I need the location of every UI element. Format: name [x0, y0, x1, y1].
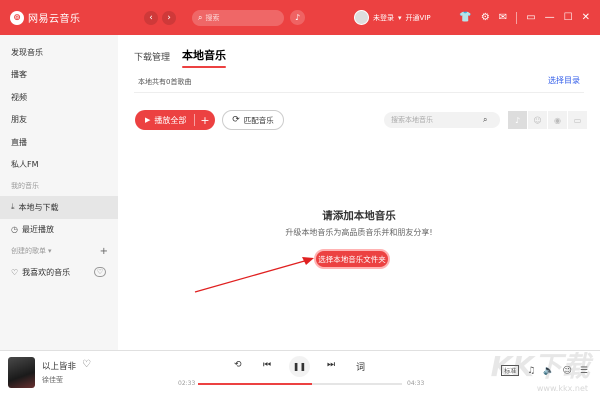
tab-bar: 下载管理 本地音乐 — [134, 47, 238, 68]
forward-button[interactable]: › — [162, 10, 176, 25]
voice-search-icon[interactable]: ♪ — [290, 10, 305, 25]
window-controls: 👕 ⚙ ✉ ▭ — ☐ ✕ — [450, 0, 590, 35]
section-title: 我的音乐 — [11, 182, 39, 190]
folder-view-icon[interactable]: ▭ — [568, 111, 587, 129]
previous-icon[interactable]: ⏮ — [263, 360, 271, 370]
sidebar-item-label: 本地与下载 — [18, 202, 59, 212]
sidebar-item-label: 我喜欢的音乐 — [22, 267, 71, 277]
user-area[interactable]: 未登录 ▾ 开通VIP — [354, 10, 431, 25]
section-title: 创建的歌单 — [11, 247, 46, 255]
download-icon: ⤓ — [11, 202, 15, 212]
sidebar-item-video[interactable]: 视频 — [0, 86, 118, 109]
like-heart-icon[interactable]: ♡ — [82, 359, 91, 370]
lyrics-button[interactable]: 词 — [356, 360, 365, 373]
album-view-icon[interactable]: ◉ — [548, 111, 567, 129]
title-bar: ⊚ 网易云音乐 ‹ › ⌕ ♪ 未登录 ▾ 开通VIP 👕 ⚙ ✉ ▭ — ☐ … — [0, 0, 600, 35]
pause-icon: ❚❚ — [292, 362, 307, 371]
play-all-button[interactable]: ▶ 播放全部 + — [135, 110, 215, 130]
local-search-input[interactable] — [391, 116, 483, 124]
play-icon: ▶ — [145, 116, 151, 124]
section-my-music: 我的音乐 — [0, 176, 118, 196]
sidebar-item-fm[interactable]: 私人FM — [0, 154, 118, 177]
netease-logo-icon: ⊚ — [10, 10, 24, 25]
skin-icon[interactable]: 👕 — [459, 12, 471, 23]
choose-local-folder-button[interactable]: 选择本地音乐文件夹 — [314, 249, 390, 269]
local-search[interactable]: ⌕ — [384, 112, 500, 128]
tab-local-music[interactable]: 本地音乐 — [182, 47, 227, 68]
song-view-icon[interactable]: ♪ — [508, 111, 527, 129]
sidebar-item-label: 视频 — [11, 92, 27, 102]
watermark-logo: KK下载 — [490, 350, 590, 383]
progress-bar[interactable] — [198, 383, 402, 385]
user-name[interactable]: 未登录 — [373, 13, 394, 23]
sidebar-item-label: 发现音乐 — [11, 47, 43, 57]
sidebar-item-liked[interactable]: ♡ 我喜欢的音乐 ♡ — [0, 261, 118, 284]
sidebar-item-label: 直播 — [11, 137, 27, 147]
sidebar-item-friends[interactable]: 朋友 — [0, 109, 118, 132]
sidebar-item-label: 朋友 — [11, 115, 27, 125]
song-count: 本地共有0首歌曲 — [138, 78, 192, 86]
watermark-url: www.kkx.net — [536, 384, 588, 393]
sidebar-item-label: 私人FM — [11, 160, 39, 170]
sidebar-item-podcast[interactable]: 播客 — [0, 64, 118, 87]
tab-download-manage[interactable]: 下载管理 — [134, 50, 170, 63]
progress-fill — [198, 383, 313, 385]
chevron-down-icon[interactable]: ▾ — [398, 14, 402, 22]
sidebar: 发现音乐 播客 视频 朋友 直播 私人FM 我的音乐 ⤓ 本地与下载 ◷ 最近播… — [0, 35, 118, 350]
loop-mode-icon[interactable]: ⟲ — [234, 360, 242, 370]
song-title[interactable]: 以上皆非 — [42, 360, 76, 372]
maximize-icon[interactable]: ☐ — [564, 12, 573, 23]
close-icon[interactable]: ✕ — [582, 12, 590, 23]
minimize-icon[interactable]: — — [545, 12, 555, 23]
sidebar-item-live[interactable]: 直播 — [0, 131, 118, 154]
add-playlist-icon[interactable]: + — [100, 246, 108, 257]
settings-icon[interactable]: ⚙ — [481, 12, 490, 23]
time-current: 02:33 — [178, 380, 196, 387]
view-mode-switch: ♪ ☺ ◉ ▭ — [508, 111, 588, 129]
search-icon[interactable]: ⌕ — [483, 115, 487, 125]
pause-button[interactable]: ❚❚ — [289, 356, 310, 377]
heart-icon: ♡ — [11, 267, 19, 277]
app-name: 网易云音乐 — [28, 14, 81, 25]
app-logo[interactable]: ⊚ 网易云音乐 — [10, 10, 130, 25]
next-icon[interactable]: ⏭ — [327, 360, 335, 370]
divider — [134, 92, 584, 93]
match-music-button[interactable]: ⟳ 匹配音乐 — [222, 110, 284, 130]
match-music-label: 匹配音乐 — [243, 115, 274, 125]
empty-state-title: 请添加本地音乐 — [322, 210, 396, 222]
sidebar-item-local-download[interactable]: ⤓ 本地与下载 — [0, 196, 118, 219]
mail-icon[interactable]: ✉ — [499, 12, 507, 23]
artist-name[interactable]: 徐佳莹 — [42, 375, 63, 385]
history-nav: ‹ › — [144, 10, 180, 25]
sidebar-item-discover[interactable]: 发现音乐 — [0, 41, 118, 64]
search-icon: ⌕ — [198, 12, 203, 22]
empty-state-subtitle: 升级本地音乐为高品质音乐并和朋友分享! — [285, 228, 433, 237]
avatar[interactable] — [354, 10, 369, 25]
select-directory-link[interactable]: 选择目录 — [548, 75, 580, 86]
search-input[interactable] — [205, 13, 272, 22]
heartbeat-mode-icon[interactable]: ♡ — [94, 267, 106, 278]
sidebar-item-label: 播客 — [11, 70, 27, 80]
back-button[interactable]: ‹ — [144, 10, 158, 25]
sidebar-item-recent[interactable]: ◷ 最近播放 — [0, 219, 118, 242]
sidebar-item-label: 最近播放 — [21, 225, 54, 235]
artist-view-icon[interactable]: ☺ — [528, 111, 547, 129]
recent-icon: ◷ — [11, 225, 18, 235]
album-cover[interactable] — [8, 357, 35, 388]
time-total: 04:33 — [407, 380, 425, 387]
divider — [194, 114, 196, 126]
section-created-playlists[interactable]: 创建的歌单 ▾ + — [0, 241, 118, 261]
add-to-queue-icon[interactable]: + — [200, 114, 209, 127]
play-all-label: 播放全部 — [154, 115, 187, 125]
annotation-arrow — [194, 257, 314, 293]
main-content: 下载管理 本地音乐 本地共有0首歌曲 选择目录 ▶ 播放全部 + ⟳ 匹配音乐 … — [118, 35, 600, 350]
refresh-icon: ⟳ — [232, 115, 240, 125]
global-search[interactable]: ⌕ — [192, 9, 284, 26]
divider — [516, 11, 518, 24]
chevron-down-icon[interactable]: ▾ — [48, 247, 52, 255]
mini-mode-icon[interactable]: ▭ — [526, 12, 535, 23]
vip-link[interactable]: 开通VIP — [406, 13, 431, 23]
